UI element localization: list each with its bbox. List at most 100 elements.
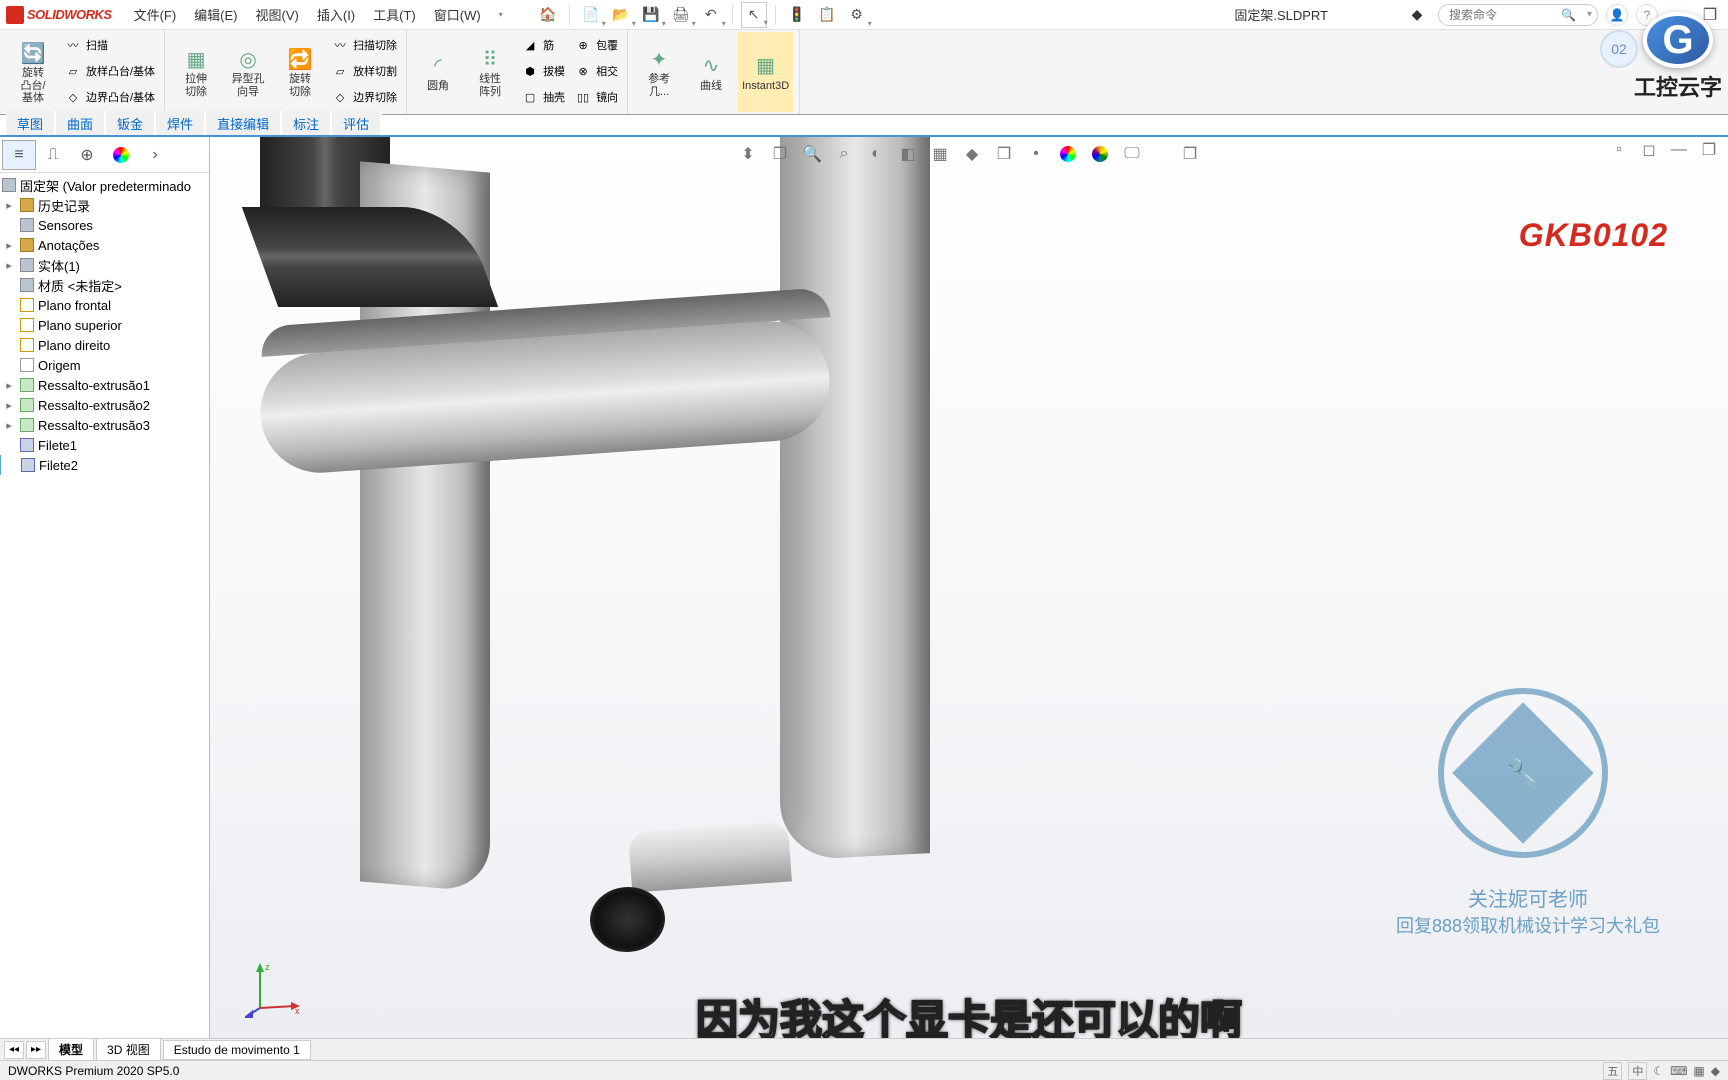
tree-item[interactable]: 材质 <未指定> (0, 275, 209, 295)
open-icon[interactable]: 📂 (608, 2, 634, 28)
expand-icon[interactable]: ▸ (2, 198, 16, 212)
zoom-fit-icon[interactable]: 🔍 (799, 141, 825, 167)
menu-edit[interactable]: 编辑(E) (186, 2, 245, 27)
tabs-scroll-right-icon[interactable]: ▸▸ (26, 1041, 46, 1059)
vp-maximize-icon[interactable]: — (1666, 137, 1692, 163)
vp-minimize-icon[interactable]: ▫ (1606, 137, 1632, 163)
fillet-button[interactable]: ◜ 圆角 (413, 32, 463, 112)
edit-appearance-icon[interactable]: ❐ (991, 141, 1017, 167)
revolve-boss-button[interactable]: 🔄 旋转 凸台/ 基体 (8, 32, 58, 112)
curves-button[interactable]: ∿ 曲线 (686, 32, 736, 112)
graphics-viewport[interactable]: ⬍ ❐ 🔍 ⌕ ◐ ◧ ▦ ◆ ❐ • 🖵 ❐ ▫ ◻ — ❐ GKB0102 (210, 137, 1728, 1038)
sweep-cut-button[interactable]: 〰扫描切除 (327, 32, 400, 58)
hole-wizard-button[interactable]: ◎ 异型孔 向导 (223, 32, 273, 112)
bottom-tab-motion[interactable]: Estudo de movimento 1 (163, 1040, 311, 1060)
tree-item[interactable]: ▸历史记录 (0, 195, 209, 215)
tab-annotation[interactable]: 标注 (282, 111, 330, 135)
sidebar-expand-icon[interactable]: › (138, 140, 172, 170)
wrap-button[interactable]: ⊕包覆 (570, 32, 621, 58)
tab-weldment[interactable]: 焊件 (156, 111, 204, 135)
view-orientation-icon[interactable]: ⬍ (735, 141, 761, 167)
extrude-cut-button[interactable]: ▦ 拉伸 切除 (171, 32, 221, 112)
tab-sketch[interactable]: 草图 (6, 111, 54, 135)
bottom-tab-model[interactable]: 模型 (48, 1038, 94, 1061)
settings-icon[interactable]: ⚙ (844, 2, 870, 28)
vp-close-icon[interactable]: ❐ (1696, 137, 1722, 163)
feature-tree-tab-icon[interactable]: ≡ (2, 140, 36, 170)
tree-item[interactable]: Sensores (0, 215, 209, 235)
save-icon[interactable]: 💾 (638, 2, 664, 28)
tree-item[interactable]: Plano direito (0, 335, 209, 355)
shell-button[interactable]: ▢抽壳 (517, 84, 568, 110)
tabs-scroll-left-icon[interactable]: ◂◂ (4, 1041, 24, 1059)
view-cube-icon[interactable]: ❐ (767, 141, 793, 167)
render-icon[interactable] (1087, 141, 1113, 167)
expand-icon[interactable]: ▸ (2, 398, 16, 412)
tree-item[interactable]: Origem (0, 355, 209, 375)
view-cube2-icon[interactable]: ❐ (1177, 141, 1203, 167)
feature-tree[interactable]: 固定架 (Valor predeterminado ▸历史记录 Sensores… (0, 173, 209, 1038)
vp-restore-icon[interactable]: ◻ (1636, 137, 1662, 163)
linear-pattern-button[interactable]: ⠿ 线性 阵列 (465, 32, 515, 112)
ime-indicator[interactable]: 五 (1603, 1062, 1622, 1080)
tree-item[interactable]: Plano frontal (0, 295, 209, 315)
search-icon[interactable]: 🔍 (1561, 8, 1576, 22)
menu-insert[interactable]: 插入(I) (309, 2, 363, 27)
undo-icon[interactable]: ↶ (698, 2, 724, 28)
expand-icon[interactable]: ▸ (2, 238, 16, 252)
property-tab-icon[interactable]: ⎍ (36, 140, 70, 170)
draft-button[interactable]: ⬢拔模 (517, 58, 568, 84)
boundary-button[interactable]: ◇边界凸台/基体 (60, 84, 158, 110)
tab-evaluate[interactable]: 评估 (332, 111, 380, 135)
tree-root[interactable]: 固定架 (Valor predeterminado (0, 175, 209, 195)
select-icon[interactable]: ↖ (741, 2, 767, 28)
options-icon[interactable]: 📋 (814, 2, 840, 28)
loft-button[interactable]: ▱放样凸台/基体 (60, 58, 158, 84)
ime-lang[interactable]: 中 (1628, 1062, 1647, 1080)
menu-view[interactable]: 视图(V) (248, 2, 307, 27)
status-moon-icon[interactable]: ☾ (1653, 1064, 1664, 1078)
loft-cut-button[interactable]: ▱放样切割 (327, 58, 400, 84)
mirror-button[interactable]: ▯▯镜向 (570, 84, 621, 110)
config-tab-icon[interactable]: ⊕ (70, 140, 104, 170)
home-icon[interactable]: 🏠 (535, 2, 561, 28)
view-settings-icon[interactable] (1055, 141, 1081, 167)
status-tool-icon[interactable]: ⌨ (1670, 1064, 1687, 1078)
tree-item[interactable]: ▸Ressalto-extrusão3 (0, 415, 209, 435)
bottom-tab-3dview[interactable]: 3D 视图 (96, 1038, 161, 1061)
intersect-button[interactable]: ⊗相交 (570, 58, 621, 84)
status-misc-icon[interactable]: ◆ (1711, 1064, 1720, 1078)
screen-capture-icon[interactable]: 🖵 (1119, 141, 1145, 167)
tab-surface[interactable]: 曲面 (56, 111, 104, 135)
menu-file[interactable]: 文件(F) (126, 2, 185, 27)
status-grid-icon[interactable]: ▦ (1693, 1064, 1704, 1078)
tree-item[interactable]: Filete2 (0, 455, 209, 475)
print-icon[interactable]: 🖨 (668, 2, 694, 28)
search-dropdown-icon[interactable]: ▾ (1587, 9, 1592, 20)
revolve-cut-button[interactable]: 🔁 旋转 切除 (275, 32, 325, 112)
instant3d-button[interactable]: ▦ Instant3D (738, 32, 793, 112)
dsx-icon[interactable]: ◆ (1404, 2, 1430, 28)
expand-icon[interactable]: ▸ (2, 258, 16, 272)
new-doc-icon[interactable]: 📄 (578, 2, 604, 28)
section-view-icon[interactable]: ◧ (895, 141, 921, 167)
boundary-cut-button[interactable]: ◇边界切除 (327, 84, 400, 110)
rebuild-icon[interactable]: 🚦 (784, 2, 810, 28)
tree-item[interactable]: ▸实体(1) (0, 255, 209, 275)
prev-view-icon[interactable]: ◐ (863, 141, 889, 167)
appearance-tab-icon[interactable] (104, 140, 138, 170)
tree-item[interactable]: ▸Anotações (0, 235, 209, 255)
tab-sheetmetal[interactable]: 钣金 (106, 111, 154, 135)
ref-geom-button[interactable]: ✦ 参考 几... (634, 32, 684, 112)
tree-item[interactable]: ▸Ressalto-extrusão1 (0, 375, 209, 395)
display-style-icon[interactable]: ▦ (927, 141, 953, 167)
hide-show-icon[interactable]: ◆ (959, 141, 985, 167)
menu-window[interactable]: 窗口(W) (426, 2, 489, 27)
tree-item[interactable]: ▸Ressalto-extrusão2 (0, 395, 209, 415)
sweep-button[interactable]: 〰扫描 (60, 32, 158, 58)
zoom-area-icon[interactable]: ⌕ (831, 141, 857, 167)
expand-icon[interactable]: ▸ (2, 378, 16, 392)
tree-item[interactable]: Filete1 (0, 435, 209, 455)
apply-scene-icon[interactable]: • (1023, 141, 1049, 167)
expand-icon[interactable]: ▸ (2, 418, 16, 432)
